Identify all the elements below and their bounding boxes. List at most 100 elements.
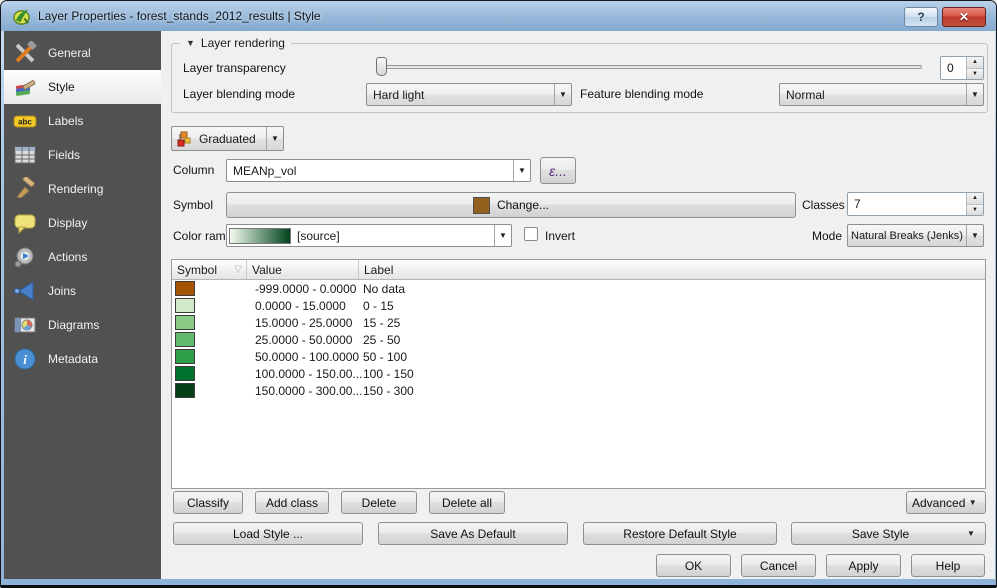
save-style-button[interactable]: Save Style ▼ (791, 522, 986, 545)
spin-down-icon[interactable]: ▼ (967, 69, 983, 80)
header-symbol[interactable]: Symbol ▽ (172, 260, 247, 279)
mode-combo[interactable]: Natural Breaks (Jenks) ▼ (847, 224, 984, 247)
chevron-down-icon: ▼ (494, 225, 511, 246)
slider-track[interactable] (376, 65, 922, 69)
apply-button[interactable]: Apply (826, 554, 901, 577)
table-row[interactable]: 50.0000 - 100.000050 - 100 (172, 348, 985, 365)
sidebar-item-label: General (48, 46, 91, 60)
sidebar-item-label: Labels (48, 114, 83, 128)
color-ramp-combo[interactable]: [source] ▼ (226, 224, 512, 247)
table-row[interactable]: -999.0000 - 0.0000No data (172, 280, 985, 297)
class-value[interactable]: 150.0000 - 300.00... (195, 384, 359, 398)
help-button-dialog[interactable]: Help (911, 554, 985, 577)
table-row[interactable]: 25.0000 - 50.000025 - 50 (172, 331, 985, 348)
help-label: Help (936, 559, 961, 573)
close-button[interactable]: ✕ (942, 7, 986, 27)
class-color-swatch[interactable] (175, 332, 195, 347)
chevron-down-icon: ▼ (966, 225, 983, 246)
sidebar-item-fields[interactable]: Fields (4, 138, 161, 172)
class-color-swatch[interactable] (175, 281, 195, 296)
class-value[interactable]: 15.0000 - 25.0000 (195, 316, 359, 330)
cancel-button[interactable]: Cancel (741, 554, 816, 577)
window-title: Layer Properties - forest_stands_2012_re… (38, 9, 321, 23)
restore-default-style-button[interactable]: Restore Default Style (583, 522, 777, 545)
delete-button[interactable]: Delete (341, 491, 417, 514)
renderer-type-combo[interactable]: Graduated ▼ (171, 126, 284, 151)
load-style-button[interactable]: Load Style ... (173, 522, 363, 545)
sidebar-item-actions[interactable]: Actions (4, 240, 161, 274)
table-row[interactable]: 100.0000 - 150.00...100 - 150 (172, 365, 985, 382)
layer-rendering-header[interactable]: ▼ Layer rendering (180, 36, 291, 50)
classes-table[interactable]: Symbol ▽ Value Label -999.0000 - 0.0000N… (171, 259, 986, 489)
class-value[interactable]: 0.0000 - 15.0000 (195, 299, 359, 313)
class-color-swatch[interactable] (175, 315, 195, 330)
classes-label: Classes (802, 198, 845, 212)
spin-arrows[interactable]: ▲ ▼ (966, 57, 983, 79)
change-button-label: Change... (497, 198, 549, 212)
mode-value: Natural Breaks (Jenks) (848, 230, 966, 242)
spin-up-icon[interactable]: ▲ (967, 193, 983, 205)
class-label[interactable]: 15 - 25 (359, 316, 985, 330)
sidebar-item-metadata[interactable]: i Metadata (4, 342, 161, 376)
sidebar-item-style[interactable]: Style (4, 70, 161, 104)
class-color-swatch[interactable] (175, 366, 195, 381)
classes-spinbox[interactable]: 7 ▲ ▼ (847, 192, 984, 216)
ok-button[interactable]: OK (656, 554, 731, 577)
restore-default-style-label: Restore Default Style (623, 527, 736, 541)
invert-label: Invert (545, 229, 575, 243)
class-label[interactable]: 50 - 100 (359, 350, 985, 364)
sidebar-item-diagrams[interactable]: Diagrams (4, 308, 161, 342)
invert-checkbox[interactable] (524, 227, 538, 241)
feature-blending-combo[interactable]: Normal ▼ (779, 83, 984, 106)
layer-transparency-slider[interactable] (376, 57, 922, 76)
symbol-change-button[interactable]: Change... (226, 192, 796, 218)
advanced-button[interactable]: Advanced ▼ (906, 491, 986, 514)
save-as-default-label: Save As Default (430, 527, 515, 541)
classify-button[interactable]: Classify (173, 491, 243, 514)
class-value[interactable]: 50.0000 - 100.0000 (195, 350, 359, 364)
transparency-spinbox[interactable]: 0 ▲ ▼ (940, 56, 984, 80)
sidebar-item-labels[interactable]: abc Labels (4, 104, 161, 138)
class-label[interactable]: 100 - 150 (359, 367, 985, 381)
class-color-swatch[interactable] (175, 383, 195, 398)
titlebar[interactable]: Layer Properties - forest_stands_2012_re… (1, 1, 996, 31)
header-label[interactable]: Label (359, 260, 985, 279)
sidebar-item-rendering[interactable]: Rendering (4, 172, 161, 206)
dialog-body: General Style abc Labels (4, 31, 995, 579)
spin-up-icon[interactable]: ▲ (967, 57, 983, 69)
table-row[interactable]: 150.0000 - 300.00...150 - 300 (172, 382, 985, 399)
class-color-swatch[interactable] (175, 298, 195, 313)
column-value: MEANp_vol (227, 164, 513, 178)
table-row[interactable]: 15.0000 - 25.000015 - 25 (172, 314, 985, 331)
class-label[interactable]: 150 - 300 (359, 384, 985, 398)
actions-gear-icon (13, 245, 37, 269)
class-label[interactable]: 0 - 15 (359, 299, 985, 313)
class-color-swatch[interactable] (175, 349, 195, 364)
help-button[interactable]: ? (904, 7, 938, 27)
fields-table-icon (13, 143, 37, 167)
expression-builder-button[interactable]: ε... (540, 157, 576, 184)
add-class-button[interactable]: Add class (255, 491, 329, 514)
chevron-down-icon: ▼ (965, 498, 980, 507)
class-label[interactable]: No data (359, 282, 985, 296)
sidebar-item-general[interactable]: General (4, 36, 161, 70)
spin-down-icon[interactable]: ▼ (967, 205, 983, 216)
sidebar-item-joins[interactable]: Joins (4, 274, 161, 308)
classes-table-header[interactable]: Symbol ▽ Value Label (172, 260, 985, 280)
class-value[interactable]: 100.0000 - 150.00... (195, 367, 359, 381)
class-label[interactable]: 25 - 50 (359, 333, 985, 347)
layer-blending-combo[interactable]: Hard light ▼ (366, 83, 572, 106)
general-tools-icon (13, 41, 37, 65)
column-combo[interactable]: MEANp_vol ▼ (226, 159, 531, 182)
sidebar-item-display[interactable]: Display (4, 206, 161, 240)
chevron-down-icon: ▼ (963, 529, 979, 538)
table-row[interactable]: 0.0000 - 15.00000 - 15 (172, 297, 985, 314)
save-as-default-button[interactable]: Save As Default (378, 522, 568, 545)
slider-handle[interactable] (376, 57, 387, 76)
delete-all-button[interactable]: Delete all (429, 491, 505, 514)
spin-arrows[interactable]: ▲ ▼ (966, 193, 983, 215)
header-value[interactable]: Value (247, 260, 359, 279)
class-value[interactable]: 25.0000 - 50.0000 (195, 333, 359, 347)
class-value[interactable]: -999.0000 - 0.0000 (195, 282, 359, 296)
layer-transparency-label: Layer transparency (183, 61, 286, 75)
